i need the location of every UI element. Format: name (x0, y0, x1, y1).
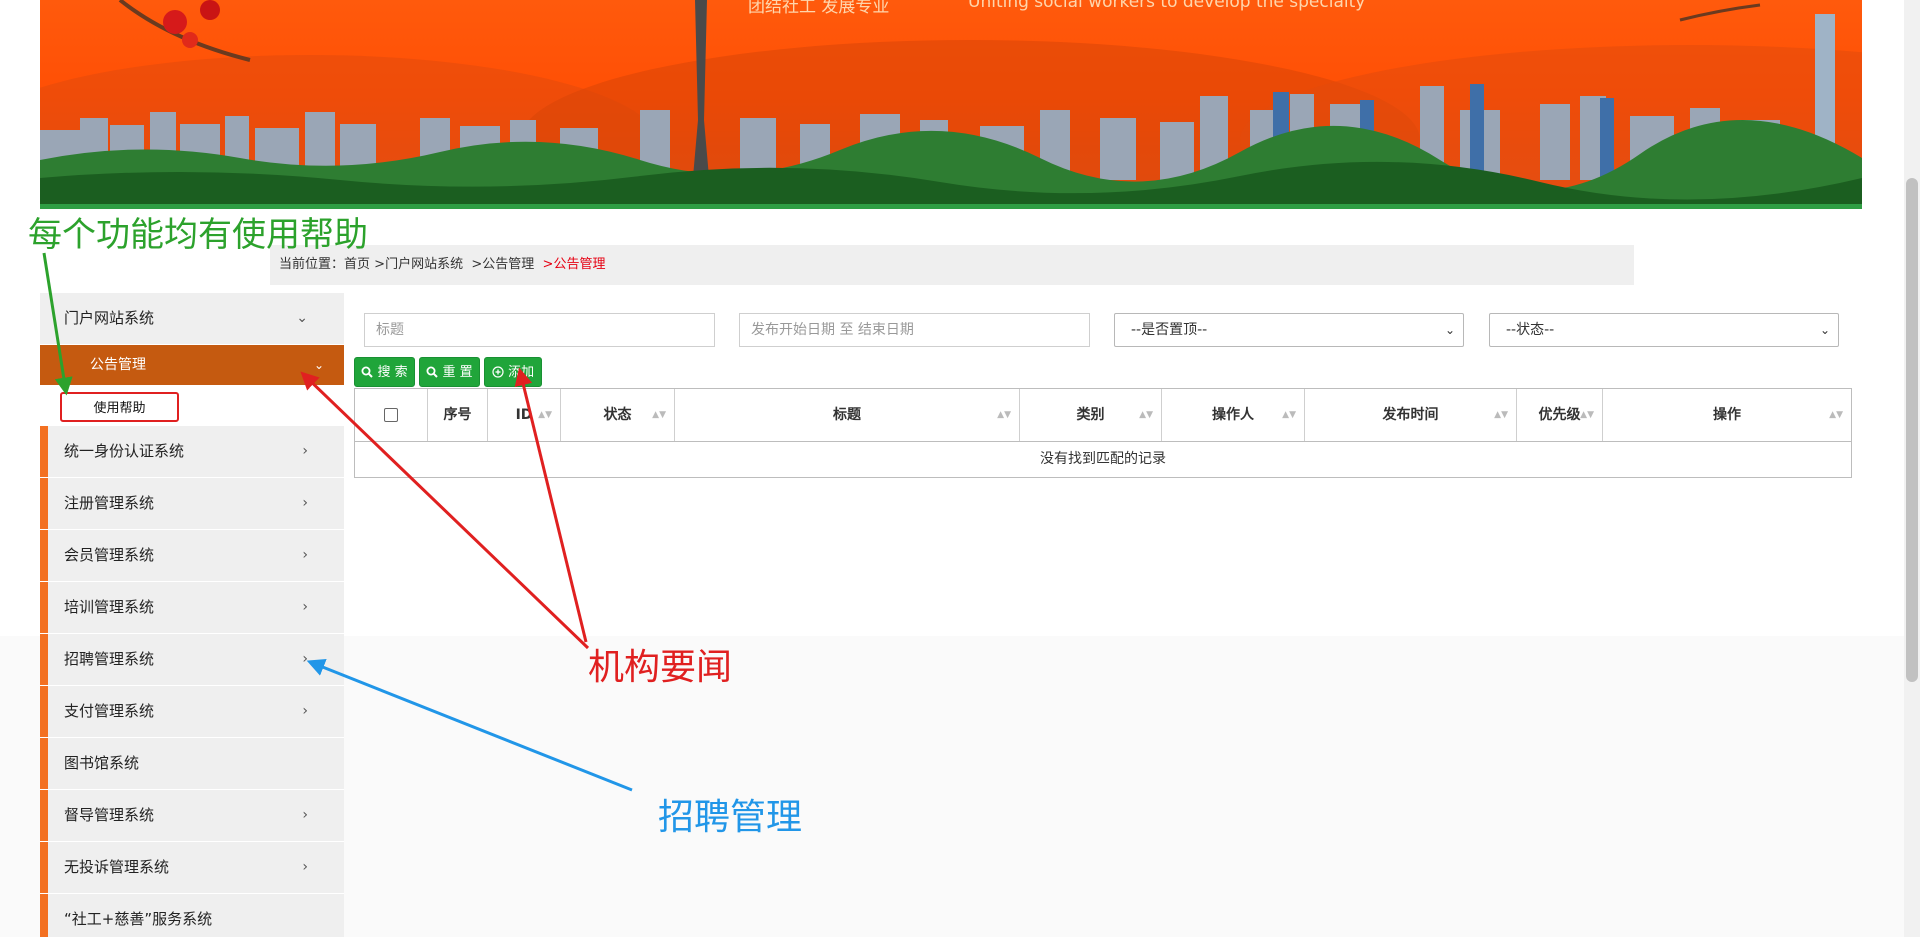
column-header-label: ID (515, 407, 533, 423)
empty-table-message: 没有找到匹配的记录 (1040, 451, 1166, 467)
chevron-down-icon: ⌄ (1819, 323, 1830, 337)
breadcrumb: 当前位置：首页 >门户网站系统 >公告管理 >公告管理 (270, 245, 1634, 285)
sidebar-item-label: 会员管理系统 (64, 546, 155, 564)
sidebar-nav: 门户网站系统 ⌄ 公告管理 ⌄ 使用帮助 统一身份认证系统 › 注册管理系统 ›… (40, 293, 344, 937)
sidebar-item-library[interactable]: 图书馆系统 (40, 738, 344, 789)
chevron-down-icon: ⌄ (1444, 323, 1455, 337)
sidebar-item-label: 培训管理系统 (64, 598, 155, 616)
chevron-right-icon: › (302, 703, 308, 719)
column-header-id[interactable]: ID ▲▼ (488, 389, 561, 441)
status-select-value: --状态-- (1506, 322, 1555, 338)
select-all-checkbox[interactable] (384, 408, 398, 422)
add-button-label: 添加 (508, 365, 535, 380)
sidebar-item-training[interactable]: 培训管理系统 › (40, 582, 344, 633)
city-skyline-illustration (40, 0, 1862, 209)
sidebar-item-label: “社工+慈善”服务系统 (64, 910, 213, 928)
sidebar-item-label: 招聘管理系统 (64, 650, 155, 668)
column-header-actions[interactable]: 操作 ▲▼ (1603, 389, 1851, 441)
column-header-category[interactable]: 类别 ▲▼ (1020, 389, 1162, 441)
search-icon (426, 366, 439, 378)
pin-top-select[interactable]: --是否置顶-- ⌄ (1114, 313, 1464, 347)
annotation-usage-help: 每个功能均有使用帮助 (28, 215, 368, 255)
reset-button[interactable]: 重 置 (419, 357, 480, 387)
search-icon (361, 366, 374, 378)
sort-icon: ▲▼ (1580, 410, 1594, 420)
breadcrumb-separator: > (370, 257, 386, 272)
notice-table: 序号 ID ▲▼ 状态 ▲▼ 标题 ▲▼ 类别 ▲▼ 操作人 ▲▼ 发布时间 ▲… (354, 388, 1852, 478)
sidebar-item-supervision[interactable]: 督导管理系统 › (40, 790, 344, 841)
sidebar-item-label: 注册管理系统 (64, 494, 155, 512)
column-header-index[interactable]: 序号 (428, 389, 488, 441)
sidebar-item-recruitment[interactable]: 招聘管理系统 › (40, 634, 344, 685)
sidebar-item-registration[interactable]: 注册管理系统 › (40, 478, 344, 529)
column-header-label: 操作 (1713, 407, 1741, 423)
chevron-right-icon: › (302, 443, 308, 459)
sort-icon: ▲▼ (1139, 410, 1153, 420)
breadcrumb-separator: > (538, 257, 554, 272)
date-range-input[interactable]: 发布开始日期 至 结束日期 (739, 313, 1090, 347)
sidebar-subitem-notice-management[interactable]: 公告管理 ⌄ (40, 345, 344, 385)
breadcrumb-home-link[interactable]: 首页 (344, 257, 370, 272)
column-header-operator[interactable]: 操作人 ▲▼ (1162, 389, 1305, 441)
sidebar-item-payment[interactable]: 支付管理系统 › (40, 686, 344, 737)
sidebar-subitem-label: 公告管理 (90, 357, 146, 373)
sidebar-item-membership[interactable]: 会员管理系统 › (40, 530, 344, 581)
sidebar-item-complaints[interactable]: 无投诉管理系统 › (40, 842, 344, 893)
sidebar-item-label: 统一身份认证系统 (64, 442, 185, 460)
add-button[interactable]: 添加 (484, 357, 542, 387)
search-button[interactable]: 搜 索 (354, 357, 415, 387)
sidebar-item-label: 门户网站系统 (64, 309, 155, 327)
sidebar-item-label: 支付管理系统 (64, 702, 155, 720)
chevron-right-icon: › (302, 651, 308, 667)
table-header: 序号 ID ▲▼ 状态 ▲▼ 标题 ▲▼ 类别 ▲▼ 操作人 ▲▼ 发布时间 ▲… (355, 389, 1851, 442)
status-select[interactable]: --状态-- ⌄ (1489, 313, 1839, 347)
sort-icon: ▲▼ (538, 410, 552, 420)
annotation-recruitment: 招聘管理 (658, 797, 803, 838)
breadcrumb-notice-link[interactable]: 公告管理 (482, 257, 534, 272)
sort-icon: ▲▼ (997, 410, 1011, 420)
column-header-title[interactable]: 标题 ▲▼ (675, 389, 1020, 441)
scrollbar-thumb[interactable] (1906, 178, 1918, 682)
sort-icon: ▲▼ (1494, 410, 1508, 420)
sort-icon: ▲▼ (1282, 410, 1296, 420)
search-button-label: 搜 索 (377, 365, 408, 380)
sidebar-item-label: 图书馆系统 (64, 754, 140, 772)
column-header-publish-time[interactable]: 发布时间 ▲▼ (1305, 389, 1517, 441)
column-header-label: 标题 (833, 407, 861, 423)
chevron-down-icon: ⌄ (313, 358, 324, 372)
sidebar-item-label: 无投诉管理系统 (64, 858, 170, 876)
sort-icon: ▲▼ (1829, 410, 1843, 420)
sort-icon: ▲▼ (652, 410, 666, 420)
sidebar-leaf-usage-help[interactable]: 使用帮助 (60, 392, 179, 422)
sidebar-item-charity-service[interactable]: “社工+慈善”服务系统 (40, 894, 344, 937)
sidebar-item-identity[interactable]: 统一身份认证系统 › (40, 426, 344, 477)
column-header-label: 操作人 (1212, 407, 1254, 423)
breadcrumb-portal-link[interactable]: 门户网站系统 (385, 257, 463, 272)
chevron-down-icon: ⌄ (296, 310, 308, 326)
breadcrumb-separator: > (467, 257, 483, 272)
header-banner: 团结社工 发展专业 Uniting social workers to deve… (40, 0, 1862, 209)
column-header-label: 发布时间 (1382, 407, 1439, 423)
sidebar-item-portal[interactable]: 门户网站系统 ⌄ (40, 293, 344, 344)
chevron-right-icon: › (302, 807, 308, 823)
column-header-label: 序号 (443, 407, 472, 423)
column-header-label: 类别 (1076, 407, 1105, 423)
breadcrumb-current: 公告管理 (553, 257, 606, 272)
column-header-label: 状态 (603, 407, 632, 423)
reset-button-label: 重 置 (442, 365, 473, 380)
plus-circle-icon (492, 366, 504, 378)
title-search-input[interactable]: 标题 (364, 313, 715, 347)
chevron-right-icon: › (302, 547, 308, 563)
breadcrumb-prefix: 当前位置： (279, 257, 345, 272)
chevron-right-icon: › (302, 599, 308, 615)
chevron-right-icon: › (302, 495, 308, 511)
column-header-label: 优先级 (1538, 407, 1581, 423)
annotation-org-news: 机构要闻 (588, 647, 733, 688)
column-header-status[interactable]: 状态 ▲▼ (561, 389, 675, 441)
sidebar-item-label: 督导管理系统 (64, 806, 155, 824)
column-header-priority[interactable]: 优先级 ▲▼ (1517, 389, 1603, 441)
select-all-header (355, 389, 428, 441)
pin-top-select-value: --是否置顶-- (1131, 322, 1208, 338)
chevron-right-icon: › (302, 859, 308, 875)
